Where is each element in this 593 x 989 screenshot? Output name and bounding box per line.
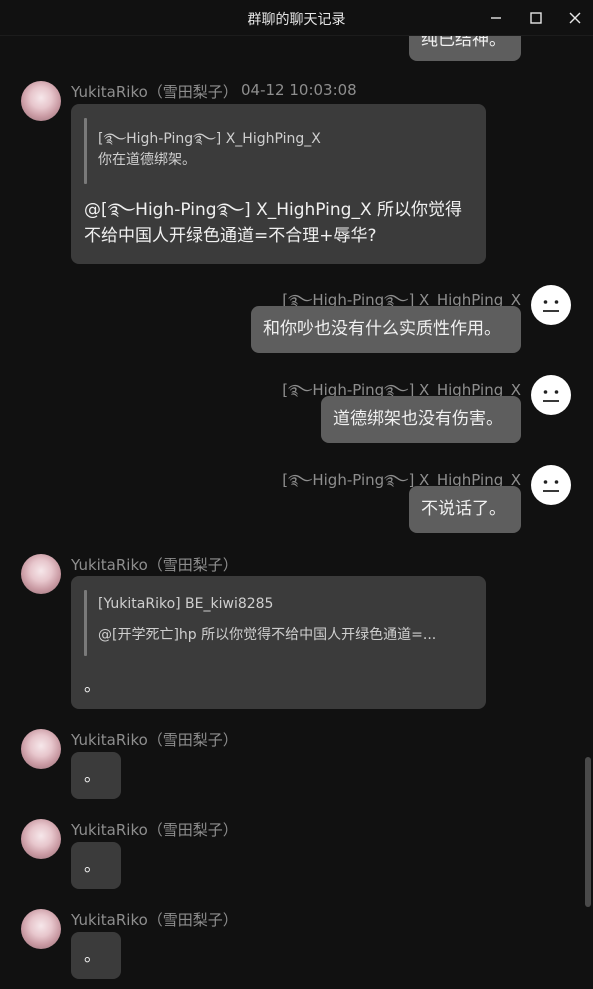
anime-avatar[interactable] bbox=[21, 554, 61, 594]
sender-name[interactable]: YukitaRiko（雪田梨子） bbox=[71, 81, 238, 102]
anime-avatar[interactable] bbox=[21, 81, 61, 121]
sender-name[interactable]: YukitaRiko（雪田梨子） bbox=[71, 729, 238, 750]
message-text: 不说话了。 bbox=[421, 499, 506, 519]
message-bubble[interactable]: 。 bbox=[71, 752, 121, 799]
message-bubble[interactable]: 。 bbox=[71, 932, 121, 979]
maximize-icon[interactable] bbox=[526, 8, 546, 28]
message-text: 道德绑架也没有伤害。 bbox=[333, 409, 503, 429]
quote-text[interactable]: @[开学死亡]hp 所以你觉得不给中国人开绿色通道=... bbox=[98, 624, 436, 644]
message-text: 纯已结神。 bbox=[421, 36, 506, 50]
close-icon[interactable] bbox=[565, 8, 585, 28]
message-text: 。 bbox=[84, 676, 101, 696]
chat-history[interactable]: 纯已结神。 YukitaRiko（雪田梨子） 04-12 10:03:08 [࿐… bbox=[0, 36, 593, 989]
message-timestamp: 04-12 10:03:08 bbox=[241, 81, 357, 99]
message-text: 和你吵也没有什么实质性作用。 bbox=[263, 319, 501, 339]
quote-text[interactable]: 你在道德绑架。 bbox=[98, 149, 196, 169]
message-bubble[interactable]: [YukitaRiko] BE_kiwi8285 @[开学死亡]hp 所以你觉得… bbox=[71, 576, 486, 709]
minimize-icon[interactable] bbox=[486, 8, 506, 28]
message-text: 不给中国人开绿色通道=不合理+辱华? bbox=[84, 226, 377, 246]
quote-author[interactable]: [YukitaRiko] BE_kiwi8285 bbox=[98, 596, 273, 612]
sender-name[interactable]: YukitaRiko（雪田梨子） bbox=[71, 909, 238, 930]
quote-bar bbox=[84, 590, 87, 656]
quote-bar bbox=[84, 118, 87, 184]
message-text: 。 bbox=[84, 946, 101, 966]
neutral-face-icon[interactable] bbox=[531, 375, 571, 415]
anime-avatar[interactable] bbox=[21, 819, 61, 859]
anime-avatar[interactable] bbox=[21, 729, 61, 769]
message-text: 。 bbox=[84, 856, 101, 876]
sender-name[interactable]: YukitaRiko（雪田梨子） bbox=[71, 819, 238, 840]
message-bubble[interactable]: [࿐High-Ping࿐] X_HighPing_X 你在道德绑架。 @[࿐Hi… bbox=[71, 104, 486, 264]
message-bubble[interactable]: 道德绑架也没有伤害。 bbox=[321, 396, 521, 443]
scrollbar[interactable] bbox=[585, 757, 591, 907]
message-text: 。 bbox=[84, 766, 101, 786]
neutral-face-icon[interactable] bbox=[531, 285, 571, 325]
sender-name[interactable]: YukitaRiko（雪田梨子） bbox=[71, 554, 238, 575]
message-text: @[࿐High-Ping࿐] X_HighPing_X 所以你觉得 bbox=[84, 200, 463, 220]
neutral-face-icon[interactable] bbox=[531, 465, 571, 505]
message-bubble[interactable]: 不说话了。 bbox=[409, 486, 521, 533]
message-bubble[interactable]: 纯已结神。 bbox=[409, 36, 521, 61]
anime-avatar[interactable] bbox=[21, 909, 61, 949]
message-bubble[interactable]: 。 bbox=[71, 842, 121, 889]
title-bar: 群聊的聊天记录 bbox=[0, 0, 593, 36]
message-bubble[interactable]: 和你吵也没有什么实质性作用。 bbox=[251, 306, 521, 353]
